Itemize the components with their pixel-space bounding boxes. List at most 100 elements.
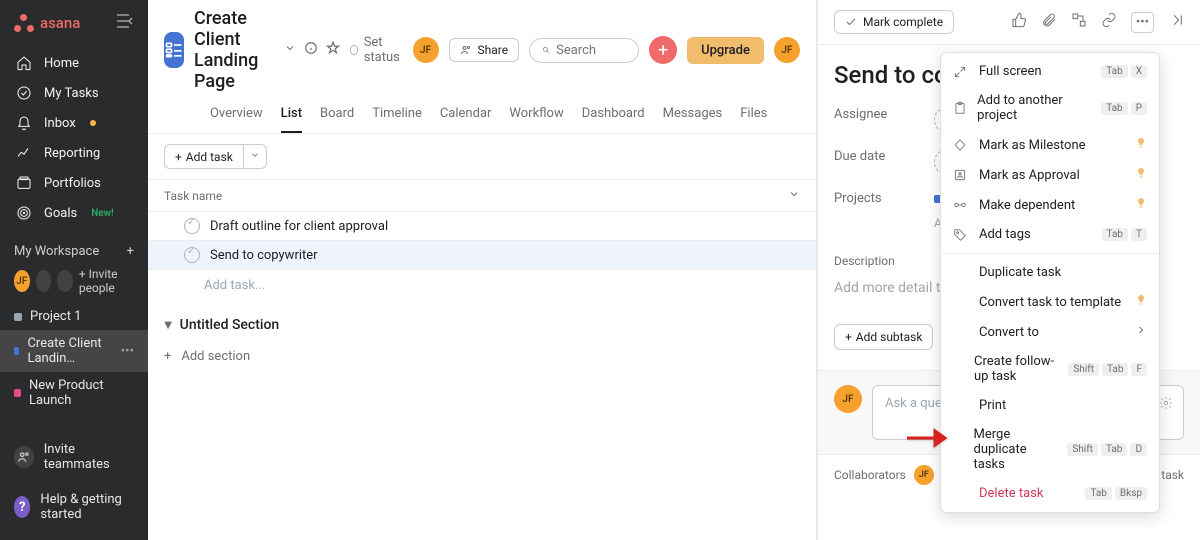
- subtask-icon[interactable]: [1071, 12, 1087, 32]
- menu-item-duplicate-task[interactable]: Duplicate task: [941, 258, 1159, 287]
- search-input[interactable]: [556, 43, 626, 58]
- keyboard-shortcut: D: [1130, 443, 1147, 456]
- home-icon: [16, 55, 32, 71]
- menu-item-delete-task[interactable]: Delete taskTabBksp: [941, 479, 1159, 508]
- member-avatar[interactable]: JF: [413, 37, 439, 63]
- sidebar-project[interactable]: Project 1: [0, 303, 148, 330]
- column-header-task-name[interactable]: Task name: [164, 189, 222, 203]
- main-content: Create Client Landing Page Set status JF…: [148, 0, 817, 540]
- help-button[interactable]: ? Help & getting started: [0, 482, 148, 532]
- menu-item-full-screen[interactable]: Full screenTabX: [941, 57, 1159, 86]
- sidebar-item-reporting[interactable]: Reporting: [0, 138, 148, 168]
- project-more-icon[interactable]: •••: [121, 344, 134, 359]
- tab-overview[interactable]: Overview: [210, 100, 263, 133]
- sidebar-project[interactable]: New Product Launch: [0, 372, 148, 414]
- global-add-button[interactable]: +: [649, 36, 677, 64]
- menu-item-convert-task-to-template[interactable]: Convert task to template: [941, 287, 1159, 317]
- tab-board[interactable]: Board: [320, 100, 354, 133]
- mark-complete-button[interactable]: Mark complete: [834, 10, 954, 34]
- tab-dashboard[interactable]: Dashboard: [582, 100, 645, 133]
- add-section-button[interactable]: +Add section: [148, 341, 816, 372]
- add-task-button[interactable]: + Add task: [164, 144, 267, 169]
- new-badge: New!: [91, 208, 114, 219]
- comment-settings-icon[interactable]: [1159, 396, 1173, 414]
- upgrade-button[interactable]: Upgrade: [687, 37, 764, 64]
- chevron-down-icon[interactable]: [284, 42, 296, 58]
- add-workspace-icon[interactable]: +: [127, 244, 134, 259]
- set-status-button[interactable]: Set status: [350, 35, 402, 65]
- sidebar-toggle-icon[interactable]: [116, 14, 134, 32]
- tab-timeline[interactable]: Timeline: [372, 100, 422, 133]
- premium-icon: [1135, 167, 1147, 183]
- invite-teammates-button[interactable]: Invite teammates: [0, 432, 148, 482]
- add-subtask-button[interactable]: + Add subtask: [834, 324, 933, 350]
- project-header: Create Client Landing Page Set status JF…: [148, 0, 816, 134]
- close-pane-icon[interactable]: [1168, 12, 1184, 32]
- keyboard-shortcut: Bksp: [1115, 487, 1147, 500]
- menu-item-mark-as-approval[interactable]: Mark as Approval: [941, 160, 1159, 190]
- task-row[interactable]: Send to copywriter: [148, 241, 816, 270]
- menu-item-print[interactable]: Print: [941, 391, 1159, 420]
- sidebar-item-portfolios[interactable]: Portfolios: [0, 168, 148, 198]
- milestone-icon: [953, 138, 969, 152]
- task-row[interactable]: Draft outline for client approval: [148, 212, 816, 241]
- workspace-label: My Workspace: [14, 244, 99, 259]
- sidebar-item-my-tasks[interactable]: My Tasks: [0, 78, 148, 108]
- empty-avatar: [57, 270, 73, 292]
- attachment-icon[interactable]: [1041, 12, 1057, 32]
- menu-item-create-follow-up-task[interactable]: Create follow-up taskShiftTabF: [941, 347, 1159, 391]
- collaborator-avatar[interactable]: JF: [914, 465, 934, 485]
- sidebar-item-home[interactable]: Home: [0, 48, 148, 78]
- more-actions-icon[interactable]: •••: [1131, 12, 1154, 33]
- tab-files[interactable]: Files: [740, 100, 767, 133]
- profile-avatar[interactable]: JF: [774, 37, 800, 63]
- asana-logo[interactable]: asana: [14, 14, 80, 32]
- share-button[interactable]: Share: [449, 38, 520, 62]
- tab-list[interactable]: List: [281, 100, 302, 133]
- task-name: Draft outline for client approval: [210, 219, 388, 234]
- keyboard-shortcut: P: [1131, 102, 1147, 115]
- complete-checkbox[interactable]: [184, 218, 200, 234]
- premium-icon: [1135, 137, 1147, 153]
- menu-item-merge-duplicate-tasks[interactable]: Merge duplicate tasksShiftTabD: [941, 420, 1159, 479]
- keyboard-shortcut: Tab: [1101, 443, 1127, 456]
- chart-icon: [16, 145, 32, 161]
- sidebar-item-inbox[interactable]: Inbox: [0, 108, 148, 138]
- menu-item-make-dependent[interactable]: Make dependent: [941, 190, 1159, 220]
- tab-workflow[interactable]: Workflow: [509, 100, 563, 133]
- keyboard-shortcut: X: [1131, 65, 1147, 78]
- approval-icon: [953, 168, 969, 182]
- project-color-dot: [14, 389, 21, 397]
- search-icon: [542, 43, 550, 57]
- premium-icon: [1135, 197, 1147, 213]
- menu-item-convert-to[interactable]: Convert to: [941, 317, 1159, 347]
- project-title[interactable]: Create Client Landing Page: [194, 8, 274, 92]
- complete-checkbox[interactable]: [184, 247, 200, 263]
- invite-people-link[interactable]: + Invite people: [79, 267, 134, 295]
- sidebar-item-goals[interactable]: GoalsNew!: [0, 198, 148, 228]
- star-icon[interactable]: [326, 41, 340, 59]
- search-box[interactable]: [529, 38, 639, 63]
- expand-icon: [953, 65, 969, 79]
- task-actions-dropdown: Full screenTabXAdd to another projectTab…: [940, 52, 1160, 513]
- project-icon[interactable]: [164, 32, 184, 68]
- section-header[interactable]: ▶ Untitled Section: [148, 301, 816, 341]
- sidebar: asana HomeMy TasksInboxReportingPortfoli…: [0, 0, 148, 540]
- info-icon[interactable]: [304, 41, 318, 59]
- keyboard-shortcut: F: [1131, 363, 1147, 376]
- tab-calendar[interactable]: Calendar: [440, 100, 492, 133]
- tab-messages[interactable]: Messages: [663, 100, 723, 133]
- keyboard-shortcut: T: [1131, 228, 1147, 241]
- sidebar-project[interactable]: Create Client Landin…•••: [0, 330, 148, 372]
- menu-item-add-to-another-project[interactable]: Add to another projectTabP: [941, 86, 1159, 130]
- user-avatar[interactable]: JF: [14, 270, 30, 292]
- project-color-dot: [14, 313, 22, 321]
- menu-item-mark-as-milestone[interactable]: Mark as Milestone: [941, 130, 1159, 160]
- like-icon[interactable]: [1011, 12, 1027, 32]
- add-task-inline[interactable]: Add task...: [148, 270, 816, 301]
- menu-item-add-tags[interactable]: Add tagsTabT: [941, 220, 1159, 249]
- section-caret-icon[interactable]: ▶: [162, 321, 173, 329]
- chevron-down-icon[interactable]: [788, 188, 800, 203]
- link-icon[interactable]: [1101, 12, 1117, 32]
- add-task-dropdown-icon[interactable]: [243, 145, 266, 168]
